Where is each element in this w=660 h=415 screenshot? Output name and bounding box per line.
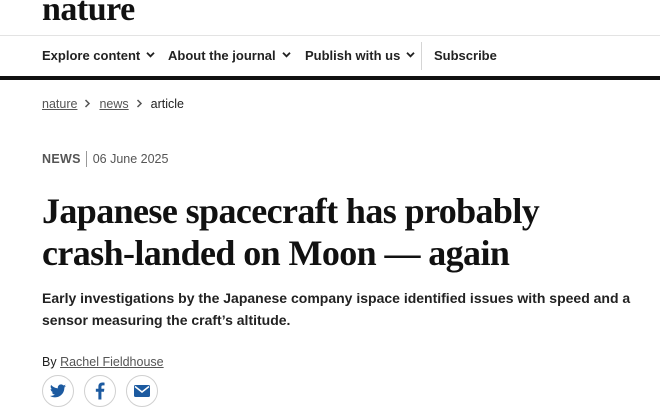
nav-subscribe-label: Subscribe bbox=[434, 48, 497, 63]
breadcrumb-link-news[interactable]: news bbox=[99, 97, 128, 111]
share-twitter-button[interactable] bbox=[42, 375, 74, 407]
nav-subscribe[interactable]: Subscribe bbox=[434, 36, 497, 76]
chevron-down-icon bbox=[406, 50, 415, 59]
twitter-icon bbox=[50, 384, 66, 398]
article-title: Japanese spacecraft has probably crash-l… bbox=[42, 191, 540, 273]
byline-prefix: By bbox=[42, 355, 57, 369]
chevron-right-icon bbox=[136, 99, 143, 108]
main-navigation: Explore content About the journal Publis… bbox=[0, 36, 660, 76]
facebook-icon bbox=[95, 382, 105, 400]
nav-explore-content[interactable]: Explore content bbox=[42, 36, 155, 76]
chevron-down-icon bbox=[146, 50, 155, 59]
nav-publish-with-us-label: Publish with us bbox=[305, 48, 401, 63]
chevron-down-icon bbox=[281, 50, 291, 59]
article-page: nature Explore content About the journal… bbox=[0, 0, 660, 415]
nav-about-the-journal-label: About the journal bbox=[168, 48, 276, 63]
nav-bottom-rule bbox=[0, 76, 660, 80]
article-meta: NEWS 06 June 2025 bbox=[42, 150, 168, 168]
article-byline: By Rachel Fieldhouse bbox=[42, 353, 164, 371]
nav-divider bbox=[421, 42, 422, 70]
nav-explore-content-label: Explore content bbox=[42, 48, 141, 63]
share-facebook-button[interactable] bbox=[84, 375, 116, 407]
nav-about-the-journal[interactable]: About the journal bbox=[168, 36, 291, 76]
breadcrumb-link-nature[interactable]: nature bbox=[42, 97, 77, 111]
email-icon bbox=[134, 385, 150, 397]
breadcrumb: nature news article bbox=[42, 95, 184, 113]
share-email-button[interactable] bbox=[126, 375, 158, 407]
author-link[interactable]: Rachel Fieldhouse bbox=[60, 355, 164, 369]
breadcrumb-current: article bbox=[150, 97, 184, 111]
nature-logo[interactable]: nature bbox=[42, 0, 135, 30]
meta-divider bbox=[85, 150, 87, 167]
chevron-right-icon bbox=[84, 99, 91, 108]
nav-publish-with-us[interactable]: Publish with us bbox=[305, 36, 415, 76]
article-standfirst: Early investigations by the Japanese com… bbox=[42, 290, 631, 328]
article-type: NEWS bbox=[42, 152, 81, 166]
article-date: 06 June 2025 bbox=[92, 152, 169, 166]
